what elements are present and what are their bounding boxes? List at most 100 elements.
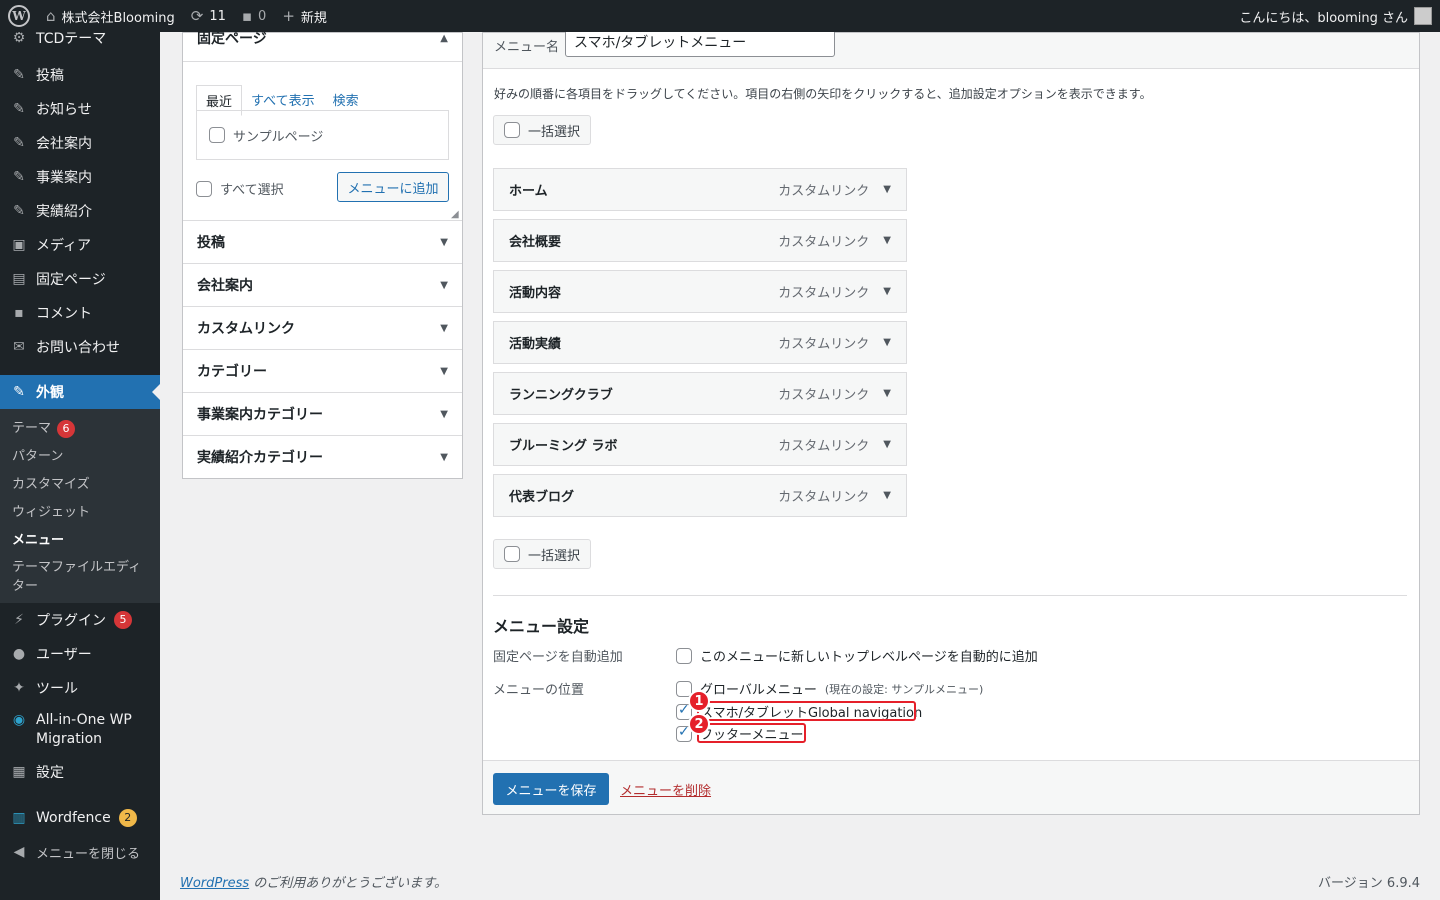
sidebar-item-business[interactable]: ✎ 事業案内 xyxy=(0,160,160,194)
site-name-link[interactable]: ⌂ 株式会社Blooming xyxy=(38,0,183,32)
page-checkbox[interactable] xyxy=(209,127,225,143)
select-all[interactable]: すべて選択 xyxy=(196,179,284,198)
menu-item[interactable]: 会社概要 カスタムリンク ▼ xyxy=(493,219,907,262)
submenu-item-menus[interactable]: メニュー xyxy=(0,527,160,555)
bulk-select-label: 一括選択 xyxy=(528,124,581,140)
page-item-label: サンプルページ xyxy=(233,129,324,145)
sidebar-item-label: ユーザー xyxy=(36,647,92,663)
submenu-item-patterns[interactable]: パターン xyxy=(0,443,160,471)
sidebar-item-wordfence[interactable]: ▥ Wordfence 2 xyxy=(0,801,160,835)
page-icon: ▤ xyxy=(12,271,26,287)
chevron-down-icon[interactable]: ▼ xyxy=(883,184,891,195)
sidebar-item-works[interactable]: ✎ 実績紹介 xyxy=(0,194,160,228)
menu-item-title: ランニングクラブ xyxy=(509,388,613,403)
chevron-down-icon: ▼ xyxy=(440,408,448,420)
save-menu-button[interactable]: メニューを保存 xyxy=(493,773,609,805)
updates-icon: ⟳ xyxy=(190,7,204,25)
menu-item[interactable]: 代表ブログ カスタムリンク ▼ xyxy=(493,474,907,517)
menu-item[interactable]: 活動内容 カスタムリンク ▼ xyxy=(493,270,907,313)
submenu-label: テーマ xyxy=(12,421,52,436)
accordion-title: 投稿 xyxy=(197,235,225,251)
bulk-select-checkbox[interactable] xyxy=(504,546,520,562)
sidebar-item-media[interactable]: ▣ メディア xyxy=(0,228,160,262)
menu-item[interactable]: ランニングクラブ カスタムリンク ▼ xyxy=(493,372,907,415)
chevron-down-icon[interactable]: ▼ xyxy=(883,439,891,450)
chevron-down-icon: ▼ xyxy=(440,322,448,334)
submenu-item-customize[interactable]: カスタマイズ xyxy=(0,471,160,499)
sidebar-item-users[interactable]: ● ユーザー xyxy=(0,637,160,671)
footer-version: バージョン 6.9.4 xyxy=(1318,876,1420,891)
sidebar-item-appearance[interactable]: ✎ 外観 xyxy=(0,375,160,409)
mail-icon: ✉ xyxy=(13,339,25,355)
accordion-custom-links[interactable]: カスタムリンク ▼ xyxy=(183,306,462,349)
account-menu[interactable]: こんにちは、blooming さん xyxy=(1231,0,1440,32)
sidebar-item-company[interactable]: ✎ 会社案内 xyxy=(0,126,160,160)
select-all-checkbox[interactable] xyxy=(196,180,212,197)
select-all-label: すべて選択 xyxy=(220,183,284,198)
chevron-down-icon: ▼ xyxy=(440,279,448,291)
sidebar-item-pages[interactable]: ▤ 固定ページ xyxy=(0,262,160,296)
accordion-works-categories[interactable]: 実績紹介カテゴリー ▼ xyxy=(183,435,462,478)
add-to-menu-button[interactable]: メニューに追加 xyxy=(337,172,449,202)
bulk-select-checkbox[interactable] xyxy=(504,122,520,138)
auto-add-option[interactable]: このメニューに新しいトップレベルページを自動的に追加 xyxy=(676,646,1038,665)
sidebar-item-posts[interactable]: ✎ 投稿 xyxy=(0,58,160,92)
submenu-item-themes[interactable]: テーマ 6 xyxy=(0,415,160,443)
sidebar-item-tcd[interactable]: ⚙ TCDテーマ xyxy=(0,32,160,47)
chevron-down-icon[interactable]: ▼ xyxy=(883,235,891,246)
sidebar-item-label: 実績紹介 xyxy=(36,204,92,220)
new-content-link[interactable]: + 新規 xyxy=(274,0,335,32)
updates-link[interactable]: ⟳ 11 xyxy=(183,0,234,32)
accordion-categories[interactable]: カテゴリー ▼ xyxy=(183,349,462,392)
chevron-down-icon: ▼ xyxy=(440,236,448,248)
wordpress-link[interactable]: WordPress xyxy=(180,876,249,891)
sidebar-item-label: メディア xyxy=(36,238,92,254)
comments-link[interactable]: ▪ 0 xyxy=(234,0,274,32)
chevron-down-icon[interactable]: ▼ xyxy=(883,388,891,399)
bulk-select-label: 一括選択 xyxy=(528,548,581,564)
settings-divider xyxy=(493,595,1407,596)
wrench-icon: ✦ xyxy=(13,680,25,696)
resize-handle-icon[interactable]: ◢ xyxy=(451,209,459,220)
submenu-item-widgets[interactable]: ウィジェット xyxy=(0,499,160,527)
sidebar-item-contact[interactable]: ✉ お問い合わせ xyxy=(0,330,160,364)
sidebar-item-label: 外観 xyxy=(36,385,64,401)
menu-name-label: メニュー名 xyxy=(494,40,560,55)
sidebar-collapse-button[interactable]: ◀ メニューを閉じる xyxy=(0,835,160,869)
menu-item-title: 活動実績 xyxy=(509,337,562,352)
sidebar-item-comments[interactable]: ▪ コメント xyxy=(0,296,160,330)
bulk-select-top[interactable]: 一括選択 xyxy=(493,115,591,145)
accordion-business-categories[interactable]: 事業案内カテゴリー ▼ xyxy=(183,392,462,435)
menu-item[interactable]: ブルーミング ラボ カスタムリンク ▼ xyxy=(493,423,907,466)
add-menu-items-panel: 固定ページ ▲ 最近 すべて表示 検索 サンプルページ すべて選択 メニューに追加… xyxy=(182,31,463,479)
menu-item[interactable]: 活動実績 カスタムリンク ▼ xyxy=(493,321,907,364)
sidebar-item-settings[interactable]: ▦ 設定 xyxy=(0,755,160,789)
auto-add-checkbox[interactable] xyxy=(676,647,692,664)
sidebar-item-news[interactable]: ✎ お知らせ xyxy=(0,92,160,126)
submenu-item-theme-editor[interactable]: テーマファイルエディター xyxy=(0,555,160,599)
location-global[interactable]: グローバルメニュー (現在の設定: サンプルメニュー) xyxy=(676,679,983,698)
update-badge: 5 xyxy=(114,611,132,629)
sidebar-item-tools[interactable]: ✦ ツール xyxy=(0,671,160,705)
drag-instructions: 好みの順番に各項目をドラッグしてください。項目の右側の矢印をクリックすると、追加… xyxy=(494,87,1152,101)
chevron-down-icon[interactable]: ▼ xyxy=(883,337,891,348)
menu-item[interactable]: ホーム カスタムリンク ▼ xyxy=(493,168,907,211)
menu-item-title: ホーム xyxy=(509,184,548,199)
pages-list: サンプルページ xyxy=(196,110,449,160)
wordfence-icon: ▥ xyxy=(12,810,26,826)
accordion-company[interactable]: 会社案内 ▼ xyxy=(183,263,462,306)
sidebar-item-label: お問い合わせ xyxy=(36,340,120,356)
menu-name-input[interactable]: スマホ/タブレットメニュー xyxy=(565,29,835,57)
chevron-down-icon: ▼ xyxy=(440,365,448,377)
wp-logo-menu[interactable]: W xyxy=(0,0,38,32)
sidebar-item-migration[interactable]: ◉ All-in-One WP Migration xyxy=(0,705,160,755)
chevron-down-icon[interactable]: ▼ xyxy=(883,490,891,501)
sidebar-item-plugins[interactable]: ⚡ プラグイン 5 xyxy=(0,603,160,637)
brush-icon: ✎ xyxy=(13,384,25,400)
chevron-down-icon[interactable]: ▼ xyxy=(883,286,891,297)
bulk-select-bottom[interactable]: 一括選択 xyxy=(493,539,591,569)
pin-icon: ✎ xyxy=(13,67,25,83)
delete-menu-link[interactable]: メニューを削除 xyxy=(620,780,711,799)
sidebar-item-label: TCDテーマ xyxy=(36,32,107,47)
accordion-posts[interactable]: 投稿 ▼ xyxy=(183,220,462,263)
